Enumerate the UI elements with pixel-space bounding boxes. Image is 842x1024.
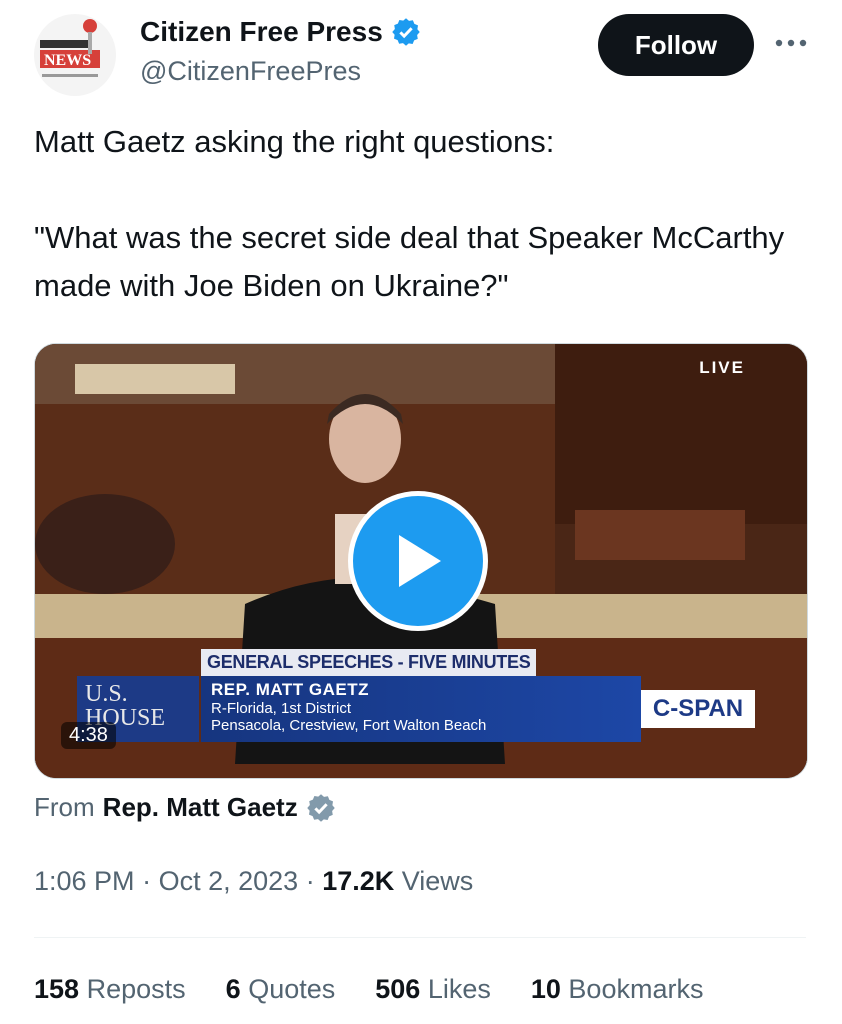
video-duration: 4:38 xyxy=(61,722,116,749)
video-player[interactable]: LIVE U.S. HOUSE GENERAL SPEECHES - FIVE … xyxy=(34,343,808,779)
likes-count: 506 xyxy=(375,974,421,1004)
tweet-text: Matt Gaetz asking the right questions: "… xyxy=(34,118,804,310)
from-label: From xyxy=(34,792,95,822)
verified-badge-icon xyxy=(392,18,420,46)
bookmarks-label: Bookmarks xyxy=(568,974,704,1004)
reposts-label: Reposts xyxy=(86,974,186,1004)
meta-separator: · xyxy=(142,866,159,896)
author-name-row[interactable]: Citizen Free Press xyxy=(140,16,421,48)
views-count: 17.2K xyxy=(322,866,395,896)
meta-separator: · xyxy=(305,866,323,896)
engagement-stats: 158 Reposts 6 Quotes 506 Likes 10 Bookma… xyxy=(34,974,703,1005)
cspan-logo: C-SPAN xyxy=(641,690,755,728)
chyron-title: GENERAL SPEECHES - FIVE MINUTES xyxy=(201,649,537,676)
quotes-label: Quotes xyxy=(248,974,336,1004)
divider xyxy=(34,937,806,938)
handle[interactable]: @CitizenFreePres xyxy=(140,56,361,87)
reposts-stat[interactable]: 158 Reposts xyxy=(34,974,186,1005)
tweet-line-1: Matt Gaetz asking the right questions: xyxy=(34,124,555,159)
bookmarks-stat[interactable]: 10 Bookmarks xyxy=(531,974,704,1005)
chyron-district: R-Florida, 1st District xyxy=(211,700,352,717)
live-badge: LIVE xyxy=(699,358,745,377)
chyron-towns: Pensacola, Crestview, Fort Walton Beach xyxy=(211,717,487,734)
tweet-meta: 1:06 PM · Oct 2, 2023 · 17.2K Views xyxy=(34,866,473,897)
svg-text:NEWS: NEWS xyxy=(44,52,91,69)
play-button[interactable] xyxy=(348,491,488,631)
source-name[interactable]: Rep. Matt Gaetz xyxy=(103,792,298,823)
quotes-stat[interactable]: 6 Quotes xyxy=(226,974,336,1005)
tweet-line-2: "What was the secret side deal that Spea… xyxy=(34,220,785,303)
news-logo-icon: NEWS xyxy=(40,19,100,77)
avatar[interactable]: NEWS xyxy=(34,14,116,96)
more-icon[interactable] xyxy=(774,36,808,50)
play-icon xyxy=(399,535,441,587)
tweet-time[interactable]: 1:06 PM xyxy=(34,866,135,896)
bookmarks-count: 10 xyxy=(530,974,561,1004)
chyron: REP. MATT GAETZ R-Florida, 1st District … xyxy=(201,676,641,742)
display-name[interactable]: Citizen Free Press xyxy=(140,16,383,48)
likes-stat[interactable]: 506 Likes xyxy=(375,974,491,1005)
source-verified-icon xyxy=(306,793,335,822)
likes-label: Likes xyxy=(427,974,491,1004)
chyron-name: REP. MATT GAETZ xyxy=(211,680,369,699)
tweet-date[interactable]: Oct 2, 2023 xyxy=(159,866,299,896)
source-attribution[interactable]: From Rep. Matt Gaetz xyxy=(34,792,336,823)
views-label: Views xyxy=(401,866,474,896)
follow-button[interactable]: Follow xyxy=(598,14,754,76)
house-logo-line-1: U.S. xyxy=(85,681,128,707)
reposts-count: 158 xyxy=(34,974,80,1004)
quotes-count: 6 xyxy=(225,974,241,1004)
